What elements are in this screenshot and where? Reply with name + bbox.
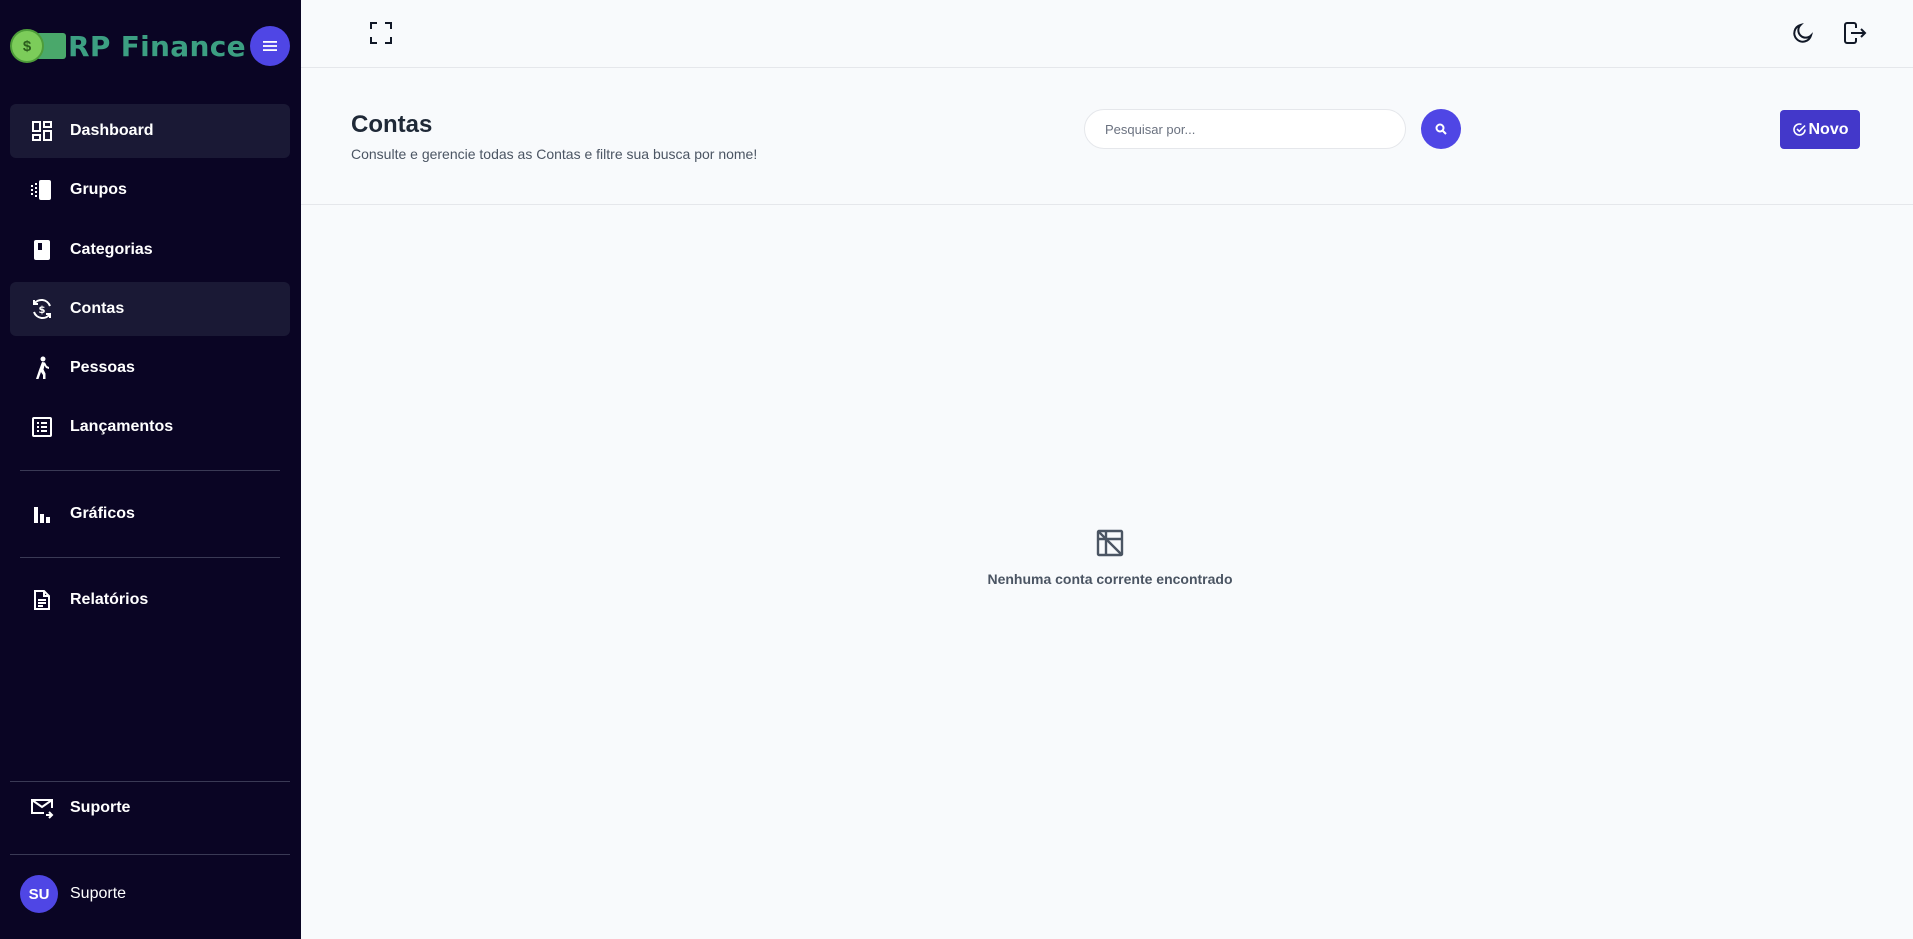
walking-person-icon (30, 356, 54, 380)
sidebar-divider (20, 470, 280, 471)
coin-icon: $ (10, 29, 44, 63)
sidebar-item-label: Suporte (70, 799, 131, 816)
search-icon (1435, 123, 1447, 135)
sidebar-item-label: Categorias (70, 241, 153, 258)
sidebar-item-label: Gráficos (70, 505, 135, 522)
page-header: Contas Consulte e gerencie todas as Cont… (301, 69, 1913, 205)
empty-state: Nenhuma conta corrente encontrado (950, 528, 1270, 587)
logout-button[interactable] (1839, 17, 1871, 49)
check-circle-icon (1792, 123, 1806, 136)
page-subtitle: Consulte e gerencie todas as Contas e fi… (351, 146, 758, 162)
new-button-label: Novo (1808, 120, 1849, 138)
sidebar-item-dashboard[interactable]: Dashboard (10, 104, 290, 158)
dashboard-icon (30, 119, 54, 143)
menu-toggle-button[interactable] (250, 26, 290, 66)
topbar (301, 0, 1913, 68)
moon-icon (1793, 22, 1814, 43)
sidebar-item-label: Contas (70, 300, 125, 317)
sidebar-item-suporte[interactable]: Suporte (10, 781, 290, 835)
sidebar-item-categorias[interactable]: Categorias (10, 223, 290, 277)
new-button[interactable]: Novo (1780, 110, 1860, 149)
fullscreen-icon (370, 22, 392, 44)
currency-exchange-icon: $ (30, 297, 54, 321)
dark-mode-toggle[interactable] (1787, 17, 1819, 49)
sidebar-item-relatorios[interactable]: Relatórios (10, 573, 290, 627)
sidebar-divider (20, 557, 280, 558)
sidebar-item-grupos[interactable]: Grupos (10, 163, 290, 217)
user-profile[interactable]: SU Suporte (20, 875, 126, 913)
app-logo[interactable]: $ RP Finance (10, 24, 246, 68)
sidebar-item-label: Relatórios (70, 591, 149, 608)
sidebar-divider (10, 854, 290, 855)
search-input[interactable] (1084, 109, 1406, 149)
logo-row: $ RP Finance (10, 24, 290, 68)
hamburger-icon (263, 41, 277, 51)
empty-message: Nenhuma conta corrente encontrado (987, 571, 1233, 587)
sidebar: $ RP Finance Dashboard Grupos Categorias… (0, 0, 301, 939)
svg-text:$: $ (39, 305, 46, 316)
no-table-icon (1096, 529, 1124, 557)
sidebar-item-pessoas[interactable]: Pessoas (10, 341, 290, 395)
document-icon (30, 588, 54, 612)
search-button[interactable] (1421, 109, 1461, 149)
mail-icon (30, 796, 54, 820)
avatar: SU (20, 875, 58, 913)
bar-chart-icon (30, 502, 54, 526)
sidebar-item-label: Lançamentos (70, 418, 174, 435)
fullscreen-button[interactable] (365, 17, 397, 49)
sidebar-item-label: Grupos (70, 181, 127, 198)
page-title: Contas (351, 111, 433, 138)
sidebar-item-lancamentos[interactable]: Lançamentos (10, 400, 290, 454)
list-icon (30, 415, 54, 439)
sidebar-item-label: Dashboard (70, 122, 154, 139)
groups-icon (30, 178, 54, 202)
logout-icon (1844, 22, 1867, 44)
logo-text: RP Finance (68, 29, 246, 63)
sidebar-item-label: Pessoas (70, 359, 135, 376)
user-name: Suporte (70, 885, 127, 902)
sidebar-item-contas[interactable]: $ Contas (10, 282, 290, 336)
book-icon (30, 238, 54, 262)
sidebar-item-graficos[interactable]: Gráficos (10, 487, 290, 541)
